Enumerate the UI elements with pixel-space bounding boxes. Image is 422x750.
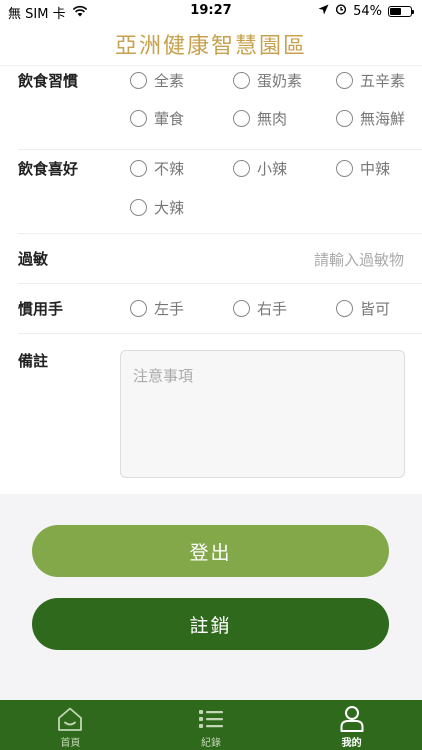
list-icon: [197, 705, 225, 733]
deregister-button[interactable]: 註銷: [32, 598, 389, 650]
tab-label: 首頁: [60, 738, 81, 749]
tab-home[interactable]: 首頁: [0, 700, 141, 750]
user-icon: [339, 705, 365, 733]
home-icon: [56, 705, 84, 733]
hand-option[interactable]: 皆可: [336, 298, 390, 319]
radio-icon: [233, 110, 250, 127]
battery-level: [390, 7, 401, 15]
radio-icon: [130, 160, 147, 177]
radio-icon: [336, 300, 353, 317]
diet-habit-option[interactable]: 無肉: [233, 108, 287, 129]
tab-records[interactable]: 紀錄: [141, 700, 282, 750]
row-hand: 慣用手 左手 右手 皆可: [18, 284, 422, 334]
radio-icon: [130, 110, 147, 127]
tab-label: 我的: [341, 738, 362, 749]
location-icon: [318, 4, 329, 19]
note-label: 備註: [18, 352, 49, 370]
radio-icon: [336, 160, 353, 177]
battery-icon: [388, 5, 414, 17]
radio-icon: [336, 72, 353, 89]
status-right: 54%: [318, 3, 414, 19]
row-allergy: 過敏 請輸入過敏物: [18, 234, 422, 284]
diet-habit-option[interactable]: 五辛素: [336, 70, 405, 91]
diet-pref-option[interactable]: 小辣: [233, 158, 287, 179]
radio-icon: [233, 160, 250, 177]
diet-habit-option[interactable]: 全素: [130, 70, 184, 91]
radio-icon: [336, 110, 353, 127]
radio-icon: [130, 199, 147, 216]
note-textarea[interactable]: 注意事項: [120, 350, 405, 478]
hand-label: 慣用手: [18, 300, 64, 318]
diet-habit-option[interactable]: 無海鮮: [336, 108, 405, 129]
row-diet-habit: 飲食習慣 全素 蛋奶素 五辛素 葷食 無肉 無海鮮: [18, 66, 422, 150]
sign-out-button[interactable]: 登出: [32, 525, 389, 577]
diet-pref-label: 飲食喜好: [18, 160, 79, 178]
alarm-icon: [335, 3, 347, 19]
diet-pref-option[interactable]: 不辣: [130, 158, 184, 179]
allergy-input[interactable]: 請輸入過敏物: [314, 249, 404, 270]
allergy-label: 過敏: [18, 250, 49, 268]
radio-icon: [130, 300, 147, 317]
diet-habit-option[interactable]: 蛋奶素: [233, 70, 302, 91]
diet-habit-option[interactable]: 葷食: [130, 108, 184, 129]
diet-pref-option[interactable]: 中辣: [336, 158, 390, 179]
tab-bar: 首頁 紀錄 我的: [0, 700, 422, 750]
radio-icon: [233, 72, 250, 89]
battery-percent: 54%: [353, 3, 382, 19]
app-title: 亞洲健康智慧園區: [114, 33, 307, 59]
radio-icon: [130, 72, 147, 89]
app-header: 亞洲健康智慧園區: [0, 22, 422, 66]
tab-mine[interactable]: 我的: [281, 700, 422, 750]
diet-habit-label: 飲食習慣: [18, 72, 79, 90]
hand-option[interactable]: 右手: [233, 298, 287, 319]
tab-label: 紀錄: [201, 738, 221, 749]
radio-icon: [233, 300, 250, 317]
row-diet-pref: 飲食喜好 不辣 小辣 中辣 大辣: [18, 150, 422, 234]
hand-option[interactable]: 左手: [130, 298, 184, 319]
status-bar: 無 SIM 卡 19:27 54%: [0, 0, 422, 22]
diet-pref-option[interactable]: 大辣: [130, 197, 184, 218]
